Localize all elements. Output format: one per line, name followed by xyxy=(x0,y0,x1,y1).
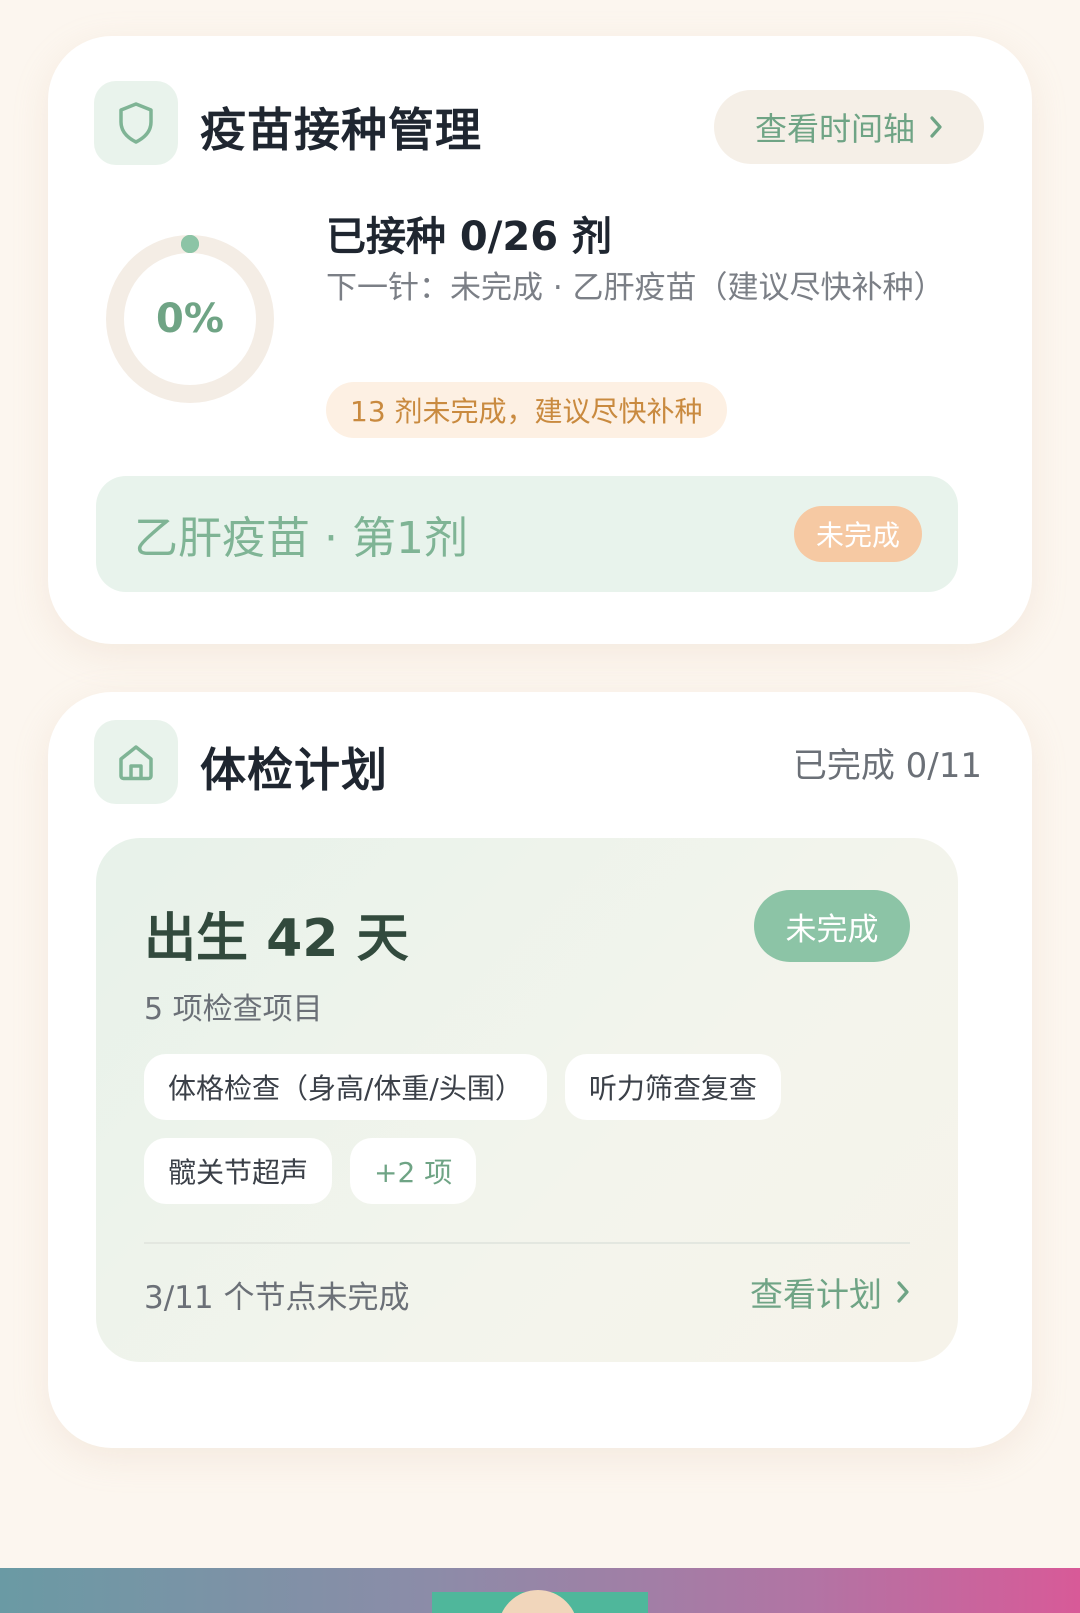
shield-icon xyxy=(94,81,178,165)
plan-item-chip: 髋关节超声 xyxy=(144,1138,333,1204)
warning-pill: 13 剂未完成，建议尽快补种 xyxy=(326,382,727,438)
view-plan-label: 查看计划 xyxy=(750,1275,882,1314)
checkup-completed-count: 已完成 0/11 xyxy=(792,746,982,786)
dose-summary: 已接种 0/26 剂 xyxy=(326,214,612,260)
chevron-right-icon xyxy=(897,1281,909,1303)
plan-divider xyxy=(144,1242,910,1244)
dose-status-badge: 未完成 xyxy=(793,506,922,562)
page: 疫苗接种管理 查看时间轴 0% 已接种 0/26 剂 下一针：未完成 · 乙肝疫… xyxy=(0,0,1080,1613)
vaccine-title: 疫苗接种管理 xyxy=(200,103,482,157)
chevron-right-icon xyxy=(930,116,942,138)
plan-status-badge: 未完成 xyxy=(754,890,910,962)
checkup-plan-panel[interactable]: 出生 42 天 未完成 5 项检查项目 体格检查（身高/体重/头围） 听力筛查复… xyxy=(96,838,958,1362)
plan-title: 出生 42 天 xyxy=(144,909,409,969)
checkup-title: 体检计划 xyxy=(200,743,388,797)
progress-percent: 0% xyxy=(156,296,224,342)
current-dose-label: 乙肝疫苗 · 第1剂 xyxy=(134,513,468,564)
view-timeline-button[interactable]: 查看时间轴 xyxy=(714,90,984,164)
current-dose-row[interactable]: 乙肝疫苗 · 第1剂 未完成 xyxy=(96,476,958,592)
home-icon xyxy=(94,720,178,804)
plan-remaining-text: 3/11 个节点未完成 xyxy=(144,1280,410,1316)
next-dose-text: 下一针：未完成 · 乙肝疫苗（建议尽快补种） xyxy=(326,270,945,306)
more-items-chip[interactable]: +2 项 xyxy=(350,1138,477,1204)
plan-items: 体格检查（身高/体重/头围） 听力筛查复查 髋关节超声 +2 项 xyxy=(144,1054,924,1204)
plan-item-chip: 体格检查（身高/体重/头围） xyxy=(144,1054,547,1120)
view-timeline-label: 查看时间轴 xyxy=(754,110,915,148)
plan-item-count: 5 项检查项目 xyxy=(144,992,323,1027)
checkup-card: 体检计划 已完成 0/11 出生 42 天 未完成 5 项检查项目 体格检查（身… xyxy=(48,692,1032,1448)
vaccine-card: 疫苗接种管理 查看时间轴 0% 已接种 0/26 剂 下一针：未完成 · 乙肝疫… xyxy=(48,36,1032,644)
view-plan-link[interactable]: 查看计划 xyxy=(750,1268,910,1316)
plan-item-chip: 听力筛查复查 xyxy=(564,1054,781,1120)
